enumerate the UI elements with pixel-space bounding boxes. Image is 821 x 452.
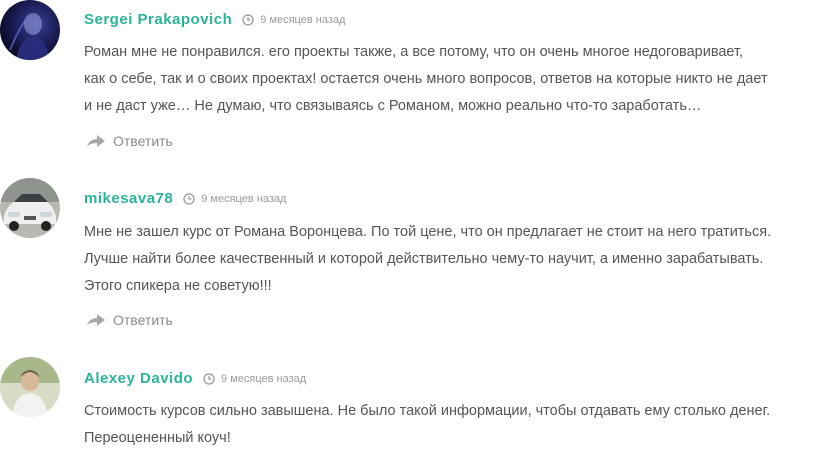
reply-arrow-icon <box>86 313 106 327</box>
comment-text-line: как о себе, так и о своих проектах! оста… <box>84 71 768 87</box>
clock-icon <box>242 13 254 26</box>
comment-meta: Sergei Prakapovich 9 месяцев назад <box>84 11 345 28</box>
comment-text-line: Роман мне не понравился. его проекты так… <box>84 44 744 60</box>
comment-text-line: Лучше найти более качественный и которой… <box>84 251 764 267</box>
comment-text-line: Мне не зашел курс от Романа Воронцева. П… <box>84 224 772 240</box>
comment-date[interactable]: 9 месяцев назад <box>201 193 286 205</box>
avatar[interactable] <box>0 357 60 417</box>
reply-label: Ответить <box>113 133 173 149</box>
comment-date[interactable]: 9 месяцев назад <box>260 14 345 26</box>
clock-icon <box>183 192 195 205</box>
comment-text: Роман мне не понравился. его проекты так… <box>84 39 821 120</box>
comment-text-line: и не даст уже… Не думаю, что связываясь … <box>84 98 702 114</box>
reply-button[interactable]: Ответить <box>86 312 173 328</box>
avatar[interactable] <box>0 178 60 238</box>
comment-text-line: Стоимость курсов сильно завышена. Не был… <box>84 403 771 419</box>
reply-arrow-icon <box>86 134 106 148</box>
reply-label: Ответить <box>113 312 173 328</box>
comment-date[interactable]: 9 месяцев назад <box>221 373 306 385</box>
comment-meta: mikesava78 9 месяцев назад <box>84 190 286 207</box>
comment-author[interactable]: mikesava78 <box>84 190 173 207</box>
comment-meta: Alexey Davido 9 месяцев назад <box>84 370 306 387</box>
comment-text-line: Этого спикера не советую!!! <box>84 278 272 294</box>
comment-text: Стоимость курсов сильно завышена. Не был… <box>84 398 821 452</box>
reply-button[interactable]: Ответить <box>86 133 173 149</box>
comment-text-line: Переоцененный коуч! <box>84 430 231 446</box>
comment-text: Мне не зашел курс от Романа Воронцева. П… <box>84 219 821 300</box>
comment-author[interactable]: Alexey Davido <box>84 370 193 387</box>
avatar[interactable] <box>0 0 60 60</box>
comment-author[interactable]: Sergei Prakapovich <box>84 11 232 28</box>
clock-icon <box>203 372 215 385</box>
